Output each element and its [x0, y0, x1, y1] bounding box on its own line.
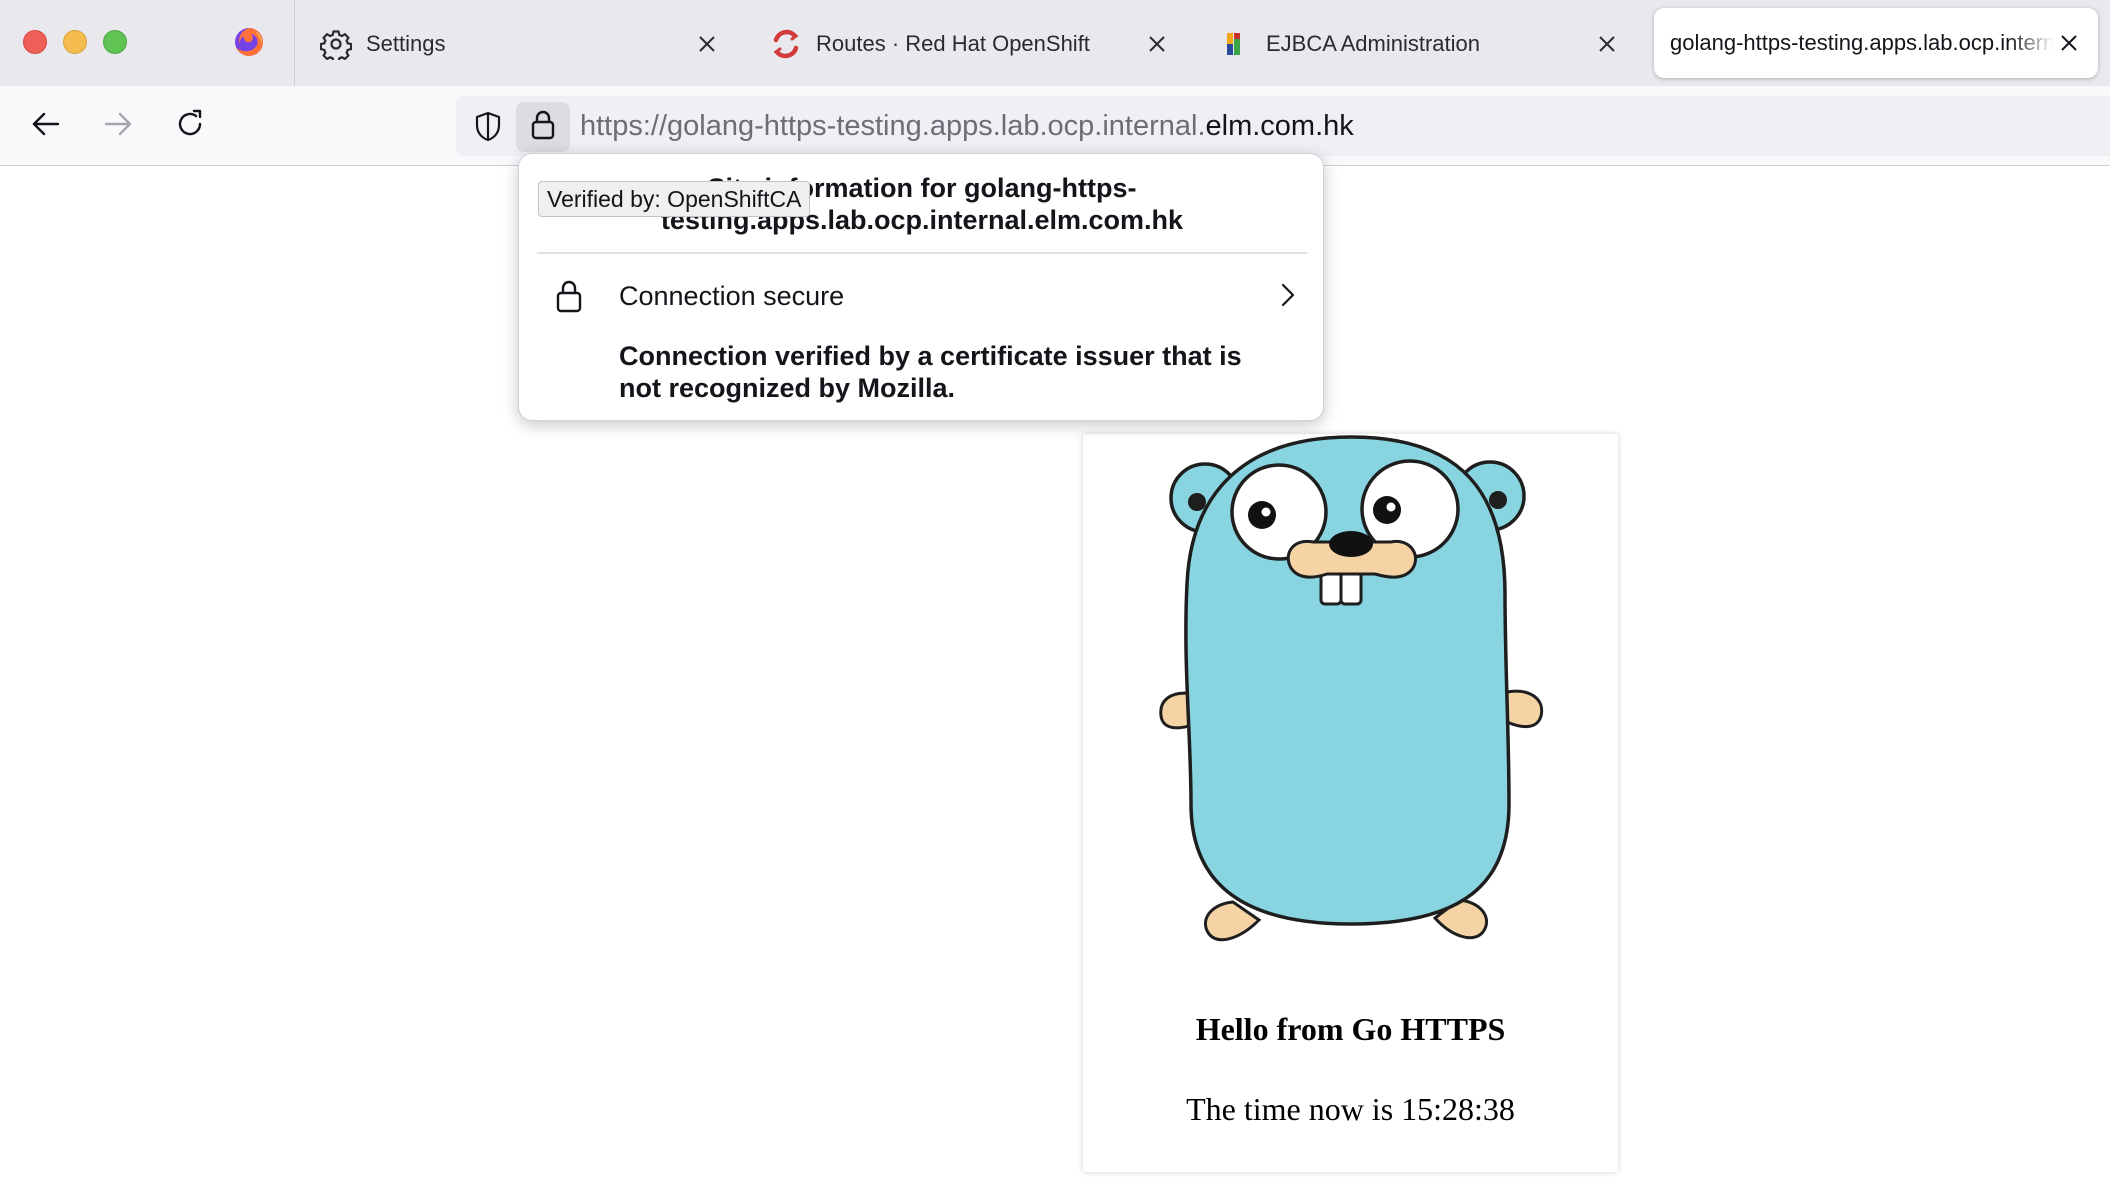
current-time-text: The time now is 15:28:38	[1186, 1091, 1515, 1127]
reload-icon	[174, 108, 206, 145]
close-icon[interactable]	[1592, 29, 1622, 59]
window-zoom-button[interactable]	[103, 30, 127, 54]
go-gopher-image	[1159, 435, 1544, 942]
window-minimize-button[interactable]	[63, 30, 87, 54]
page-heading: Hello from Go HTTPS	[1195, 1011, 1506, 1047]
url-text[interactable]: https://golang-https-testing.apps.lab.oc…	[580, 110, 1354, 143]
firefox-view-icon[interactable]	[233, 26, 265, 58]
connection-verification-detail: Connection verified by a certificate iss…	[619, 341, 1242, 403]
tracking-protection-shield-icon[interactable]	[470, 108, 506, 144]
tab-title: Routes · Red Hat OpenShift	[816, 31, 1090, 56]
connection-secure-label: Connection secure	[619, 281, 845, 311]
connection-security-row[interactable]: Connection secure	[533, 266, 1311, 326]
openshift-icon	[770, 28, 802, 60]
forward-button[interactable]	[96, 104, 140, 148]
tab-strip: Settings Routes · Red Hat OpenShift EJBC…	[0, 0, 2110, 86]
divider	[537, 252, 1307, 254]
chevron-right-icon	[1275, 280, 1299, 310]
verified-by-tooltip: Verified by: OpenShiftCA	[538, 181, 811, 217]
lock-icon	[553, 278, 585, 314]
reload-button[interactable]	[168, 104, 212, 148]
url-prefix: https://golang-https-testing.apps.lab.oc…	[580, 110, 1206, 142]
tab-title: Settings	[366, 31, 446, 56]
close-icon[interactable]	[1142, 29, 1172, 59]
close-icon[interactable]	[2054, 28, 2084, 58]
arrow-left-icon	[30, 108, 62, 145]
window-close-button[interactable]	[23, 30, 47, 54]
tab-title: EJBCA Administration	[1266, 31, 1480, 56]
tab-routes-openshift[interactable]: Routes · Red Hat OpenShift	[746, 10, 1186, 78]
close-icon[interactable]	[692, 29, 722, 59]
gopher-card: Hello from Go HTTPS The time now is 15:2…	[1083, 434, 1618, 1172]
ejbca-icon	[1220, 28, 1252, 60]
tab-title: golang-https-testing.apps.lab.ocp.intern…	[1670, 30, 2054, 55]
url-host: elm.com.hk	[1205, 110, 1354, 142]
arrow-right-icon	[102, 108, 134, 145]
url-bar[interactable]: https://golang-https-testing.apps.lab.oc…	[456, 96, 2110, 156]
back-button[interactable]	[24, 104, 68, 148]
tab-settings[interactable]: Settings	[296, 10, 736, 78]
gear-icon	[319, 28, 353, 63]
tab-golang-https-testing[interactable]: golang-https-testing.apps.lab.ocp.intern…	[1654, 8, 2098, 78]
site-security-lock-button[interactable]	[516, 102, 570, 152]
tab-ejbca-administration[interactable]: EJBCA Administration	[1196, 10, 1636, 78]
tab-separator	[294, 0, 295, 86]
lock-icon	[530, 109, 556, 146]
